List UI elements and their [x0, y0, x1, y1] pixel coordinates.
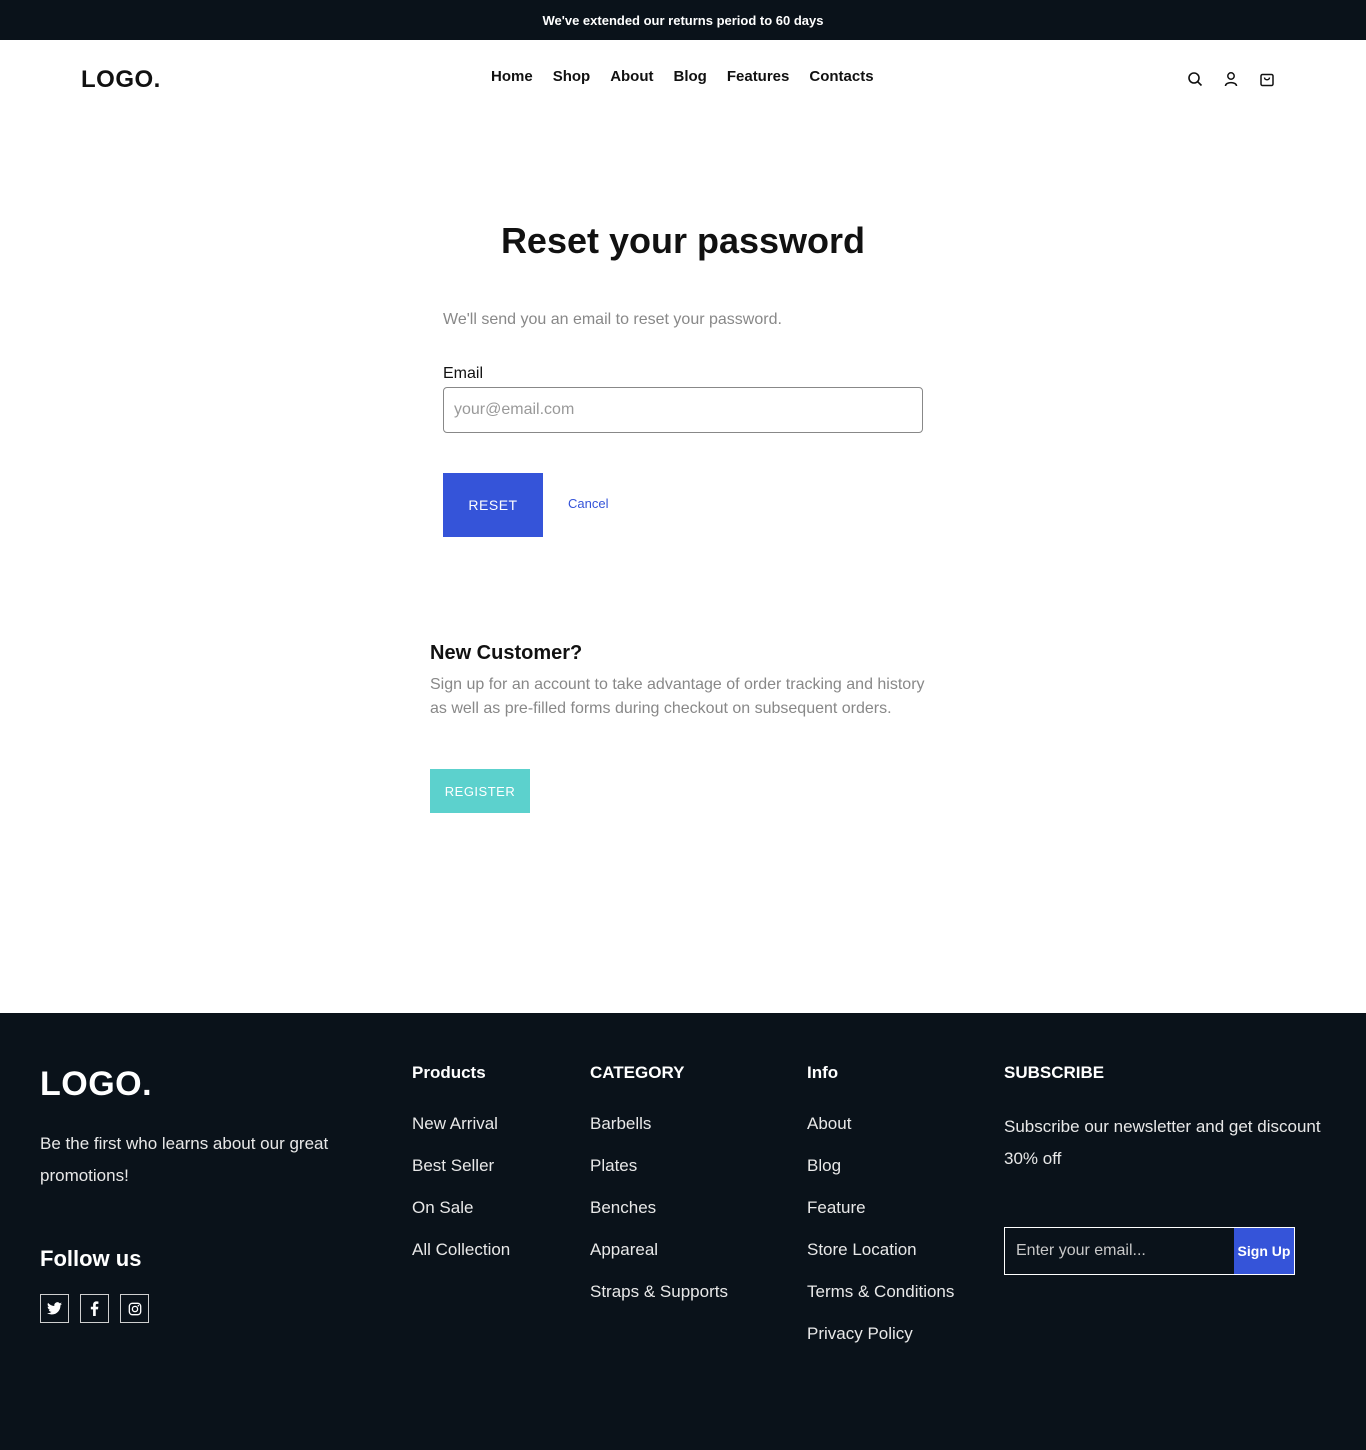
footer-link-best-seller[interactable]: Best Seller [412, 1155, 510, 1197]
instagram-icon[interactable] [120, 1294, 149, 1323]
footer-products-column: Products New Arrival Best Seller On Sale… [412, 1063, 510, 1281]
page-title: Reset your password [500, 220, 866, 261]
subscribe-title: SUBSCRIBE [1004, 1063, 1105, 1082]
reset-description: We'll send you an email to reset your pa… [443, 311, 782, 328]
footer-tagline: Be the first who learns about our great … [40, 1134, 329, 1185]
sign-up-button[interactable]: Sign Up [1234, 1228, 1294, 1274]
site-header: LOGO. Home Shop About Blog Features Cont… [0, 40, 1366, 116]
main-nav: Home Shop About Blog Features Contacts [491, 68, 874, 85]
twitter-icon[interactable] [40, 1294, 69, 1323]
cancel-link[interactable]: Cancel [568, 496, 608, 511]
footer-info-column: Info About Blog Feature Store Location T… [807, 1063, 954, 1365]
footer-category-column: CATEGORY Barbells Plates Benches Apparea… [590, 1063, 728, 1323]
nav-features[interactable]: Features [727, 68, 790, 85]
subscribe-text: Subscribe our newsletter and get discoun… [1004, 1117, 1321, 1168]
social-links [40, 1294, 149, 1323]
footer-link-all-collection[interactable]: All Collection [412, 1239, 510, 1281]
newsletter-email-input[interactable] [1005, 1228, 1234, 1274]
footer-link-straps-supports[interactable]: Straps & Supports [590, 1281, 728, 1323]
nav-home[interactable]: Home [491, 68, 533, 85]
announcement-bar: We've extended our returns period to 60 … [0, 0, 1366, 40]
email-label: Email [443, 365, 484, 382]
nav-about[interactable]: About [610, 68, 653, 85]
category-title: CATEGORY [590, 1063, 685, 1082]
email-field[interactable] [443, 387, 923, 433]
footer-link-privacy[interactable]: Privacy Policy [807, 1323, 954, 1365]
products-title: Products [412, 1063, 486, 1082]
footer-link-on-sale[interactable]: On Sale [412, 1197, 510, 1239]
register-button[interactable]: REGISTER [430, 769, 530, 813]
site-footer: LOGO. Be the first who learns about our … [0, 1013, 1366, 1450]
facebook-icon[interactable] [80, 1294, 109, 1323]
info-title: Info [807, 1063, 839, 1082]
footer-logo[interactable]: LOGO. [40, 1065, 152, 1104]
footer-link-new-arrival[interactable]: New Arrival [412, 1113, 510, 1155]
footer-link-blog[interactable]: Blog [807, 1155, 954, 1197]
footer-link-appareal[interactable]: Appareal [590, 1239, 728, 1281]
nav-blog[interactable]: Blog [674, 68, 707, 85]
search-icon[interactable] [1186, 70, 1204, 88]
header-logo[interactable]: LOGO. [81, 66, 161, 94]
cart-icon[interactable] [1258, 70, 1276, 88]
reset-button[interactable]: RESET [443, 473, 543, 537]
nav-shop[interactable]: Shop [553, 68, 591, 85]
footer-link-plates[interactable]: Plates [590, 1155, 728, 1197]
follow-us-title: Follow us [40, 1246, 142, 1271]
subscribe-form: Sign Up [1004, 1227, 1295, 1275]
new-customer-title: New Customer? [430, 642, 583, 664]
footer-subscribe-column: SUBSCRIBE Subscribe our newsletter and g… [1004, 1063, 1334, 1175]
footer-link-terms[interactable]: Terms & Conditions [807, 1281, 954, 1323]
footer-link-feature[interactable]: Feature [807, 1197, 954, 1239]
new-customer-text: Sign up for an account to take advantage… [430, 676, 925, 717]
footer-link-store-location[interactable]: Store Location [807, 1239, 954, 1281]
header-actions [1186, 70, 1276, 88]
footer-link-about[interactable]: About [807, 1113, 954, 1155]
nav-contacts[interactable]: Contacts [809, 68, 873, 85]
announcement-text: We've extended our returns period to 60 … [542, 12, 824, 28]
user-icon[interactable] [1222, 70, 1240, 88]
footer-link-benches[interactable]: Benches [590, 1197, 728, 1239]
footer-link-barbells[interactable]: Barbells [590, 1113, 728, 1155]
